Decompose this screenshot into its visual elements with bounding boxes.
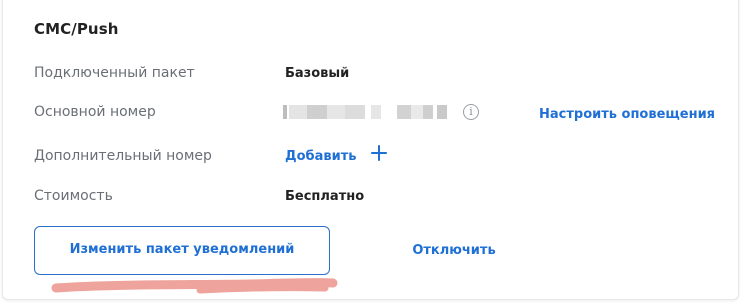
add-number-link[interactable]: Добавить <box>285 149 356 164</box>
configure-alerts-link[interactable]: Настроить оповещения <box>539 107 715 122</box>
section-title: СМС/Push <box>34 20 119 38</box>
package-label: Подключенный пакет <box>34 65 195 81</box>
disable-button[interactable]: Отключить <box>395 226 513 275</box>
cost-value: Бесплатно <box>285 189 365 204</box>
main-number-label: Основной номер <box>34 104 156 120</box>
package-value: Базовый <box>285 66 350 81</box>
annotation-underline <box>51 278 338 294</box>
plus-icon[interactable] <box>370 144 388 162</box>
cost-label: Стоимость <box>34 188 113 204</box>
masked-phone-number <box>283 105 448 119</box>
notifications-page: СМС/Push Подключенный пакет Базовый Осно… <box>0 0 748 307</box>
info-icon[interactable]: i <box>463 104 479 120</box>
extra-number-label: Дополнительный номер <box>34 148 212 164</box>
change-package-button[interactable]: Изменить пакет уведомлений <box>34 226 330 275</box>
